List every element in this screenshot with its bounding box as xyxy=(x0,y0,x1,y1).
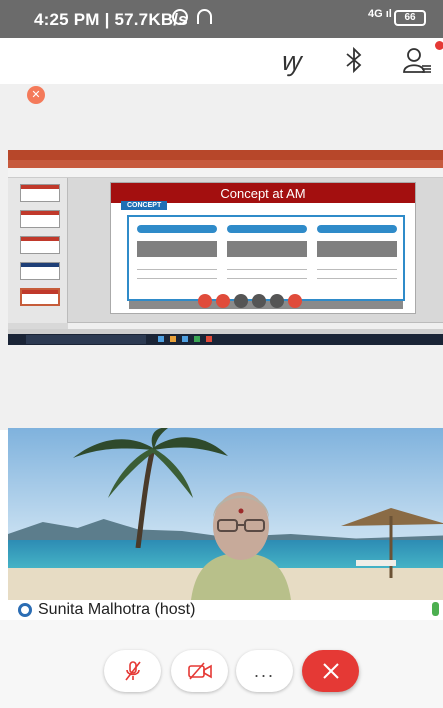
battery-level: 66 xyxy=(404,12,416,23)
slide-thumbnail xyxy=(20,262,60,280)
more-options-button[interactable]: ... xyxy=(236,650,293,692)
share-control-button[interactable] xyxy=(198,294,212,308)
slide-thumbnail xyxy=(20,184,60,202)
bluetooth-icon[interactable] xyxy=(336,44,372,76)
slide-banner: Concept at AM xyxy=(111,183,415,203)
mic-active-icon xyxy=(432,602,439,616)
video-off-icon xyxy=(187,662,212,680)
meeting-toolbar: ꝡ xyxy=(0,38,443,84)
mic-off-icon xyxy=(124,661,141,681)
notification-dot xyxy=(435,41,443,50)
participant-name: Sunita Malhotra (host) xyxy=(38,601,196,618)
status-bar: 4:25 PM | 57.7KB/s 4G ıl 66 xyxy=(0,0,443,38)
participant-avatar xyxy=(191,492,291,600)
signal-icon: 4G ıl xyxy=(368,8,392,20)
slide-column xyxy=(137,225,217,295)
share-control-button[interactable] xyxy=(288,294,302,308)
screen-share-controls xyxy=(198,294,328,308)
share-control-button[interactable] xyxy=(216,294,230,308)
share-control-button[interactable] xyxy=(270,294,284,308)
status-time: 4:25 PM | 57.7KB/s xyxy=(34,10,188,29)
slide-thumbnail xyxy=(20,210,60,228)
ppt-notes-pane xyxy=(68,322,443,329)
slide-thumbnail-selected xyxy=(20,288,60,306)
annotate-icon[interactable]: ꝡ xyxy=(270,44,310,77)
beach-umbrella-icon xyxy=(341,508,443,578)
video-button[interactable] xyxy=(171,650,228,692)
mute-button[interactable] xyxy=(104,650,161,692)
participant-video[interactable] xyxy=(8,428,443,600)
ppt-toolbar xyxy=(8,168,443,178)
slide-column xyxy=(227,225,307,295)
slide-column xyxy=(317,225,397,295)
slide-thumbnails xyxy=(8,178,68,323)
muted-indicator-icon: ✕ xyxy=(27,86,45,104)
ppt-title-bar xyxy=(8,150,443,160)
battery-icon: 66 xyxy=(394,10,426,26)
shared-presentation: Concept at AM CONCEPT xyxy=(8,150,443,345)
slide-content-frame xyxy=(127,215,405,301)
participant-name-bar: Sunita Malhotra (host) xyxy=(8,600,443,620)
ppt-menu-bar xyxy=(8,160,443,168)
close-icon xyxy=(322,663,339,679)
network-type: 4G xyxy=(368,8,383,20)
call-controls: ... xyxy=(0,620,443,708)
windows-taskbar xyxy=(8,334,443,345)
end-call-button[interactable] xyxy=(302,650,359,692)
taskbar-search xyxy=(26,335,146,344)
participants-icon[interactable] xyxy=(396,44,438,76)
host-icon xyxy=(18,603,32,617)
taskbar-apps xyxy=(158,336,212,342)
slide-section-label: CONCEPT xyxy=(121,201,168,210)
slide-title: Concept at AM xyxy=(220,185,306,201)
alarm-icon xyxy=(172,9,188,25)
share-control-button[interactable] xyxy=(234,294,248,308)
share-control-button[interactable] xyxy=(252,294,266,308)
headset-icon xyxy=(197,9,212,24)
slide-thumbnail xyxy=(20,236,60,254)
